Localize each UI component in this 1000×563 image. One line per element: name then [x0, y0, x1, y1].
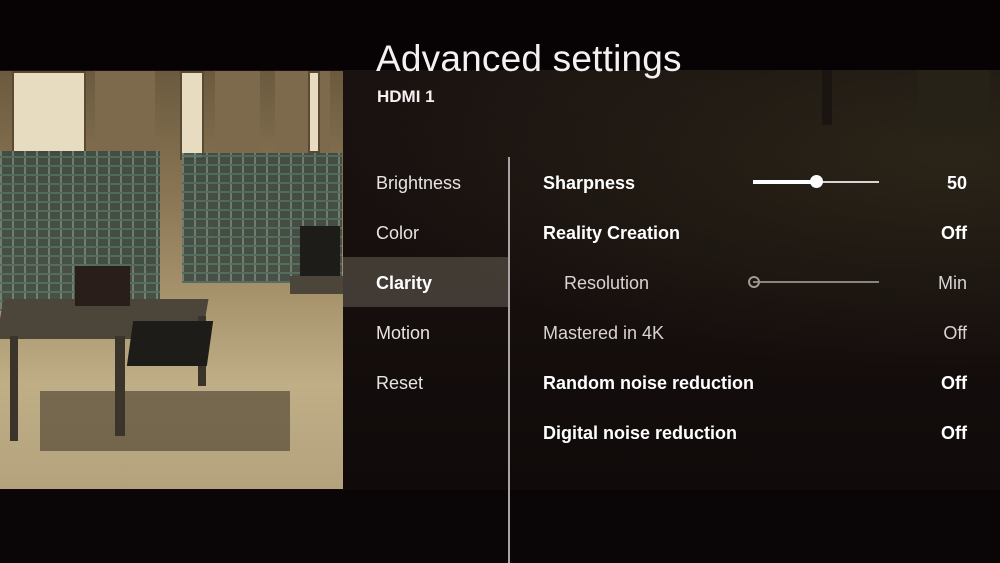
laptop	[75, 266, 130, 306]
setting-digital-noise-reduction[interactable]: Digital noise reduction Off	[510, 407, 1000, 457]
background-lamp	[822, 70, 832, 125]
menu-item-label: Clarity	[376, 273, 433, 293]
setting-random-noise-reduction[interactable]: Random noise reduction Off	[510, 357, 1000, 407]
menu-item-reset[interactable]: Reset	[343, 357, 508, 407]
setting-value: Min	[937, 273, 967, 293]
setting-label: Digital noise reduction	[543, 423, 738, 443]
slider-thumb	[748, 276, 760, 288]
menu-item-label: Motion	[376, 323, 431, 343]
setting-value: 50	[946, 173, 967, 193]
menu-item-label: Color	[376, 223, 420, 243]
menu-item-label: Brightness	[376, 173, 462, 193]
setting-reality-creation[interactable]: Reality Creation Off	[510, 207, 1000, 257]
background-window	[918, 70, 990, 130]
setting-label: Reality Creation	[543, 223, 681, 243]
floor-shadow	[40, 391, 290, 451]
menu-item-motion[interactable]: Motion	[343, 307, 508, 357]
menu-item-clarity[interactable]: Clarity	[343, 257, 508, 307]
sharpness-slider[interactable]	[753, 175, 879, 188]
page-title: Advanced settings	[376, 38, 682, 79]
bottom-band	[0, 490, 1000, 563]
desk-leg	[10, 336, 18, 441]
setting-value: Off	[941, 373, 967, 393]
desk	[290, 276, 343, 294]
setting-label: Mastered in 4K	[543, 323, 665, 343]
chair	[126, 321, 214, 366]
slider-fill	[753, 180, 816, 184]
setting-value: Off	[941, 423, 967, 443]
setting-sharpness[interactable]: Sharpness 50	[510, 157, 1000, 207]
window	[180, 71, 204, 160]
menu-item-brightness[interactable]: Brightness	[343, 157, 508, 207]
slider-thumb[interactable]	[810, 175, 823, 188]
setting-label: Random noise reduction	[543, 373, 755, 393]
monitor	[300, 226, 340, 276]
menu-item-color[interactable]: Color	[343, 207, 508, 257]
setting-resolution: Resolution Min	[510, 257, 1000, 307]
picture-preview	[0, 71, 343, 489]
desk-leg	[115, 336, 125, 436]
setting-value: Off	[941, 223, 967, 243]
setting-value: Off	[943, 323, 967, 343]
input-source-label: HDMI 1	[377, 87, 435, 106]
slider-track	[753, 281, 879, 283]
setting-mastered-in-4k: Mastered in 4K Off	[510, 307, 1000, 357]
window	[308, 71, 320, 153]
menu-item-label: Reset	[376, 373, 424, 393]
resolution-slider	[748, 276, 879, 288]
setting-label: Sharpness	[543, 173, 636, 193]
setting-label: Resolution	[564, 273, 650, 293]
window	[12, 71, 86, 153]
